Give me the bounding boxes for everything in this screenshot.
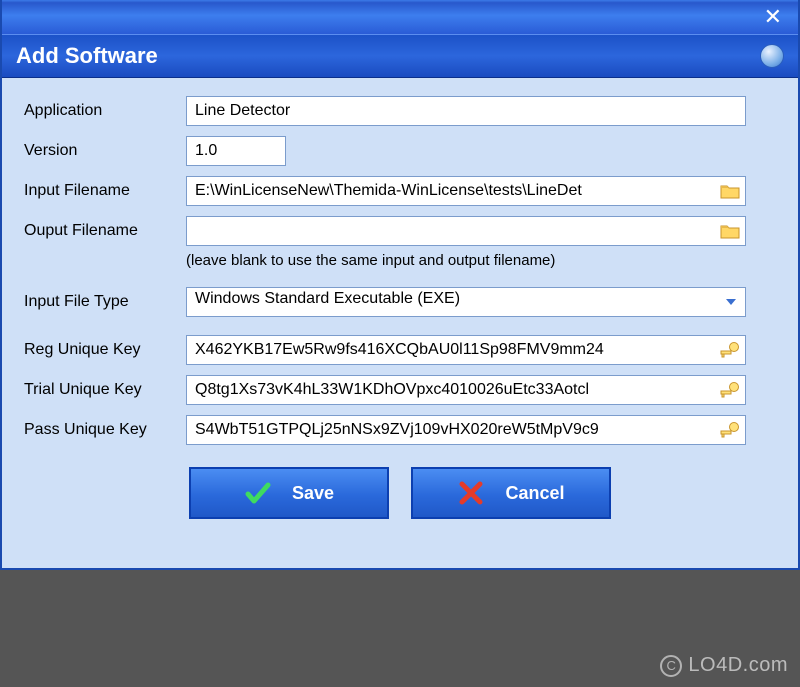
label-application: Application	[24, 102, 186, 120]
close-icon[interactable]: ✕	[754, 4, 792, 30]
titlebar: ✕	[2, 0, 798, 34]
row-output-filename: Ouput Filename	[24, 216, 776, 246]
input-file-type-select[interactable]: Windows Standard Executable (EXE)	[186, 287, 746, 317]
key-icon[interactable]	[720, 421, 740, 439]
input-filename-input[interactable]	[186, 176, 746, 206]
watermark-text: LO4D.com	[688, 654, 788, 677]
row-trial-key: Trial Unique Key	[24, 375, 776, 405]
x-icon	[457, 479, 485, 507]
watermark: C LO4D.com	[660, 654, 788, 677]
label-reg-key: Reg Unique Key	[24, 341, 186, 359]
folder-icon[interactable]	[720, 222, 740, 240]
label-trial-key: Trial Unique Key	[24, 381, 186, 399]
reg-key-input[interactable]	[186, 335, 746, 365]
window: ✕ Add Software Application Version Input…	[0, 0, 800, 570]
row-pass-key: Pass Unique Key	[24, 415, 776, 445]
save-label: Save	[292, 483, 334, 504]
row-input-file-type: Input File Type Windows Standard Executa…	[24, 287, 776, 317]
cancel-button[interactable]: Cancel	[411, 467, 611, 519]
dialog-title: Add Software	[16, 43, 158, 69]
label-pass-key: Pass Unique Key	[24, 421, 186, 439]
copyright-icon: C	[660, 655, 682, 677]
trial-key-input[interactable]	[186, 375, 746, 405]
output-hint: (leave blank to use the same input and o…	[186, 252, 776, 269]
row-input-filename: Input Filename	[24, 176, 776, 206]
label-input-file-type: Input File Type	[24, 293, 186, 311]
save-button[interactable]: Save	[189, 467, 389, 519]
app-icon	[760, 44, 784, 68]
pass-key-input[interactable]	[186, 415, 746, 445]
label-output-filename: Ouput Filename	[24, 222, 186, 240]
application-input[interactable]	[186, 96, 746, 126]
row-application: Application	[24, 96, 776, 126]
dialog-body: Application Version Input Filename Ouput…	[2, 78, 798, 568]
key-icon[interactable]	[720, 341, 740, 359]
row-reg-key: Reg Unique Key	[24, 335, 776, 365]
dialog-header: Add Software	[2, 34, 798, 78]
output-filename-input[interactable]	[186, 216, 746, 246]
cancel-label: Cancel	[505, 483, 564, 504]
key-icon[interactable]	[720, 381, 740, 399]
label-version: Version	[24, 142, 186, 160]
folder-icon[interactable]	[720, 182, 740, 200]
row-version: Version	[24, 136, 776, 166]
input-file-type-value: Windows Standard Executable (EXE)	[186, 287, 746, 317]
label-input-filename: Input Filename	[24, 182, 186, 200]
check-icon	[244, 479, 272, 507]
button-row: Save Cancel	[24, 467, 776, 519]
version-input[interactable]	[186, 136, 286, 166]
chevron-down-icon	[724, 295, 738, 309]
